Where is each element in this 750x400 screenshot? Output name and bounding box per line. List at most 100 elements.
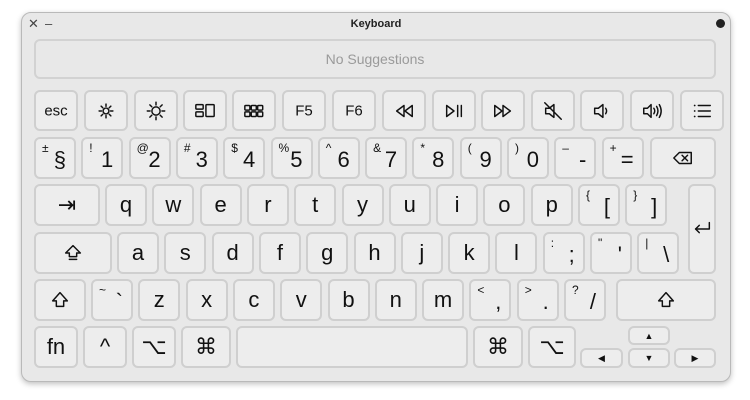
key-8[interactable]: * 8 (412, 137, 455, 179)
volume-up-key[interactable] (630, 90, 674, 131)
esc-key[interactable]: esc (34, 90, 78, 131)
mute-key[interactable] (531, 90, 575, 131)
key--[interactable]: – - (554, 137, 597, 179)
return-key[interactable] (688, 184, 716, 274)
key-label: g (321, 240, 334, 265)
key-sym11[interactable]: | \ (637, 232, 680, 274)
delete-key[interactable] (650, 137, 716, 179)
key-sym10[interactable]: " ' (590, 232, 632, 274)
command-key[interactable]: ⌘ (181, 326, 231, 368)
f6-key[interactable]: F6 (332, 90, 376, 131)
key-i[interactable]: i (436, 184, 479, 226)
key-sym10[interactable]: ? / (564, 279, 606, 321)
option-key[interactable]: ⌥ (132, 326, 176, 368)
caps-lock-key[interactable] (34, 232, 112, 274)
key-n[interactable]: n (374, 279, 417, 321)
shift-icon (51, 291, 69, 308)
options-icon[interactable] (716, 19, 725, 28)
control-key[interactable]: ^ (83, 326, 127, 368)
key-sym9[interactable]: >. (516, 279, 559, 321)
key-9[interactable]: (9 (459, 137, 502, 179)
key-][interactable]: }] (625, 184, 668, 226)
key-label: q (119, 192, 133, 217)
key-6[interactable]: ^ 6 (317, 137, 360, 179)
arrow-down-key[interactable]: ▼ (628, 348, 670, 368)
key-z[interactable]: z (138, 279, 181, 321)
key-w[interactable]: w (152, 184, 195, 226)
key-u[interactable]: u (388, 184, 431, 226)
keyboard-window: ✕ – Keyboard No Suggestions esc F5 F6 ± §! 1 @… (21, 12, 731, 382)
key-v[interactable]: v (280, 279, 323, 321)
key-sym9[interactable]: :; (542, 232, 585, 274)
key-=[interactable]: + = (601, 137, 644, 179)
fast-forward-key[interactable] (481, 90, 525, 131)
key-5[interactable]: % 5 (270, 137, 313, 179)
key-f[interactable]: f (258, 232, 301, 274)
key-4[interactable]: $4 (223, 137, 266, 179)
key-y[interactable]: y (341, 184, 384, 226)
key-a[interactable]: a (117, 232, 159, 274)
key-m[interactable]: m (422, 279, 465, 321)
brightness-down-key[interactable] (84, 90, 128, 131)
key-label: l (513, 240, 519, 265)
key-r[interactable]: r (246, 184, 289, 226)
key-label: t (312, 192, 319, 217)
key-sym8[interactable]: <, (469, 279, 512, 321)
key-o[interactable]: o (483, 184, 526, 226)
arrow-left-key[interactable]: ◀ (580, 348, 623, 368)
left-shift-key[interactable] (34, 279, 86, 321)
list-key[interactable] (680, 90, 724, 131)
rewind-key[interactable] (382, 90, 426, 131)
key-label: ` (115, 289, 123, 315)
option-right-key[interactable]: ⌥ (528, 326, 576, 368)
f5-key[interactable]: F5 (282, 90, 326, 131)
key-sym0[interactable]: ~ ` (91, 279, 133, 321)
key-g[interactable]: g (306, 232, 349, 274)
key-s[interactable]: s (164, 232, 207, 274)
key-3[interactable]: #3 (175, 137, 218, 179)
key-1[interactable]: ! 1 (81, 137, 124, 179)
key-shift-label: $ (231, 141, 238, 155)
brightness-up-key[interactable] (134, 90, 178, 131)
key-7[interactable]: & 7 (365, 137, 408, 179)
key-x[interactable]: x (185, 279, 228, 321)
key-label: 2 (148, 147, 161, 173)
key-t[interactable]: t (294, 184, 337, 226)
arrow-up-key[interactable]: ▲ (628, 326, 670, 345)
key-label: ] (651, 194, 658, 220)
key-label: = (620, 147, 634, 173)
command-right-key[interactable]: ⌘ (473, 326, 523, 368)
play-pause-icon (445, 104, 463, 117)
key-p[interactable]: p (530, 184, 573, 226)
key-d[interactable]: d (211, 232, 254, 274)
play-pause-key[interactable] (432, 90, 476, 131)
key-c[interactable]: c (232, 279, 275, 321)
key-label: i (454, 192, 460, 217)
fn-key[interactable]: fn (34, 326, 78, 368)
key-j[interactable]: j (400, 232, 443, 274)
key-e[interactable]: e (199, 184, 242, 226)
key-l[interactable]: l (495, 232, 538, 274)
caps-lock-icon (64, 244, 82, 261)
key-[[interactable]: {[ (578, 184, 620, 226)
key-§[interactable]: ± § (34, 137, 76, 179)
key-label: 4 (242, 147, 256, 173)
key-2[interactable]: @2 (128, 137, 171, 179)
key-k[interactable]: k (448, 232, 491, 274)
tab-key[interactable]: ⇥ (34, 184, 100, 226)
key-label: z (153, 287, 165, 312)
arrow-right-key[interactable]: ▶ (674, 348, 716, 368)
key-q[interactable]: q (105, 184, 147, 226)
space-key[interactable] (236, 326, 468, 368)
key-label: ⌘ (487, 334, 509, 359)
key-0[interactable]: ) 0 (507, 137, 549, 179)
key-b[interactable]: b (327, 279, 370, 321)
mission-control-key[interactable] (183, 90, 227, 131)
volume-down-key[interactable] (580, 90, 624, 131)
key-h[interactable]: h (353, 232, 396, 274)
key-label: ; (568, 242, 575, 268)
key-label: y (357, 192, 368, 217)
key-shift-label: ) (515, 141, 519, 155)
launchpad-key[interactable] (232, 90, 276, 131)
right-shift-key[interactable] (616, 279, 716, 321)
